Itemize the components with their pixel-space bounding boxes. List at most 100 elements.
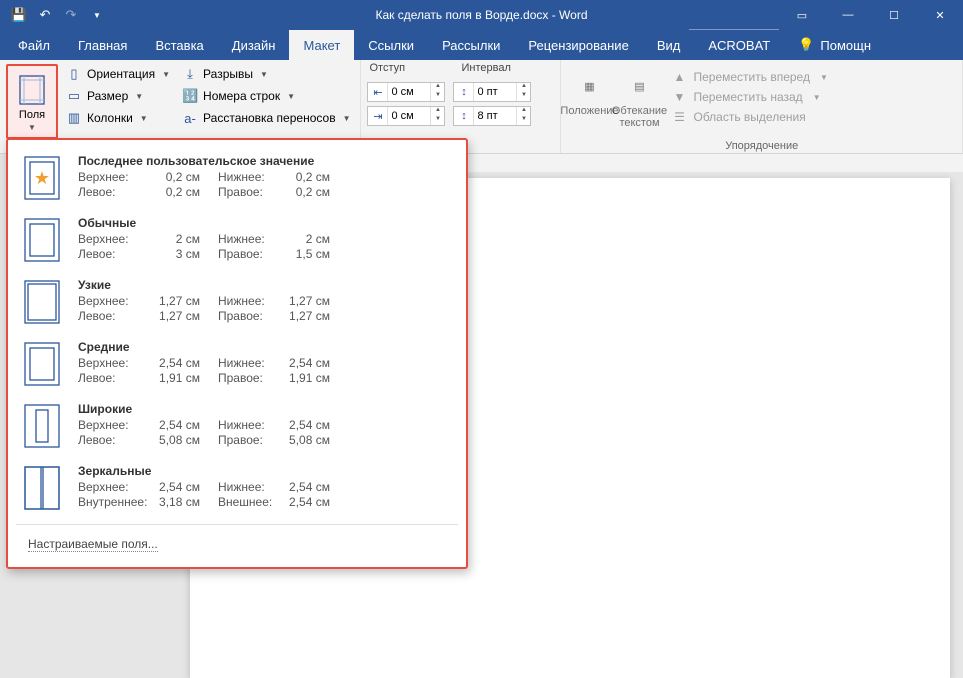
preset-top-key: Верхнее:	[78, 480, 158, 494]
preset-right-val: 1,91 см	[288, 371, 348, 385]
margins-preset-1[interactable]: Обычные Верхнее:2 см Нижнее:2 см Левое:3…	[8, 210, 466, 272]
preset-title: Зеркальные	[78, 464, 452, 478]
send-backward-button[interactable]: ▼Переместить назад▼	[667, 88, 831, 106]
preset-right-val: 0,2 см	[288, 185, 348, 199]
bring-forward-label: Переместить вперед	[693, 70, 809, 84]
preset-bottom-key: Нижнее:	[218, 232, 288, 246]
preset-left-val: 3 см	[158, 247, 218, 261]
line-numbers-button[interactable]: 🔢Номера строк▼	[178, 86, 354, 106]
orientation-button[interactable]: ▯Ориентация▼	[62, 64, 174, 84]
preset-bottom-val: 2,54 см	[288, 356, 348, 370]
tab-file[interactable]: Файл	[4, 30, 64, 60]
orientation-icon: ▯	[66, 66, 82, 82]
margins-preset-4[interactable]: Широкие Верхнее:2,54 см Нижнее:2,54 см Л…	[8, 396, 466, 458]
redo-icon[interactable]: ↷	[60, 4, 82, 26]
preset-icon	[22, 278, 64, 328]
hyphenation-button[interactable]: a-Расстановка переносов▼	[178, 108, 354, 128]
preset-top-key: Верхнее:	[78, 294, 158, 308]
preset-left-key: Левое:	[78, 309, 158, 323]
margins-preset-3[interactable]: Средние Верхнее:2,54 см Нижнее:2,54 см Л…	[8, 334, 466, 396]
tab-acrobat[interactable]: ACROBAT	[694, 30, 784, 60]
preset-bottom-key: Нижнее:	[218, 170, 288, 184]
tell-me-label: Помощн	[820, 38, 871, 53]
margins-preset-0[interactable]: ★ Последнее пользовательское значение Ве…	[8, 148, 466, 210]
titlebar: 💾 ↶ ↷ ▼ Как сделать поля в Ворде.docx - …	[0, 0, 963, 30]
preset-bottom-key: Нижнее:	[218, 480, 288, 494]
indent-left-icon: ⇤	[368, 83, 388, 101]
tell-me[interactable]: 💡Помощн	[784, 30, 885, 60]
spacing-after-spinner[interactable]: ↕▲▼	[453, 106, 531, 126]
size-button[interactable]: ▭Размер▼	[62, 86, 174, 106]
custom-margins-item[interactable]: Настраиваемые поля...	[8, 529, 466, 559]
preset-title: Последнее пользовательское значение	[78, 154, 452, 168]
preset-left-val: 5,08 см	[158, 433, 218, 447]
minimize-icon[interactable]: —	[825, 0, 871, 30]
selection-pane-label: Область выделения	[693, 110, 805, 124]
maximize-icon[interactable]: ☐	[871, 0, 917, 30]
indent-right-input[interactable]	[388, 107, 430, 125]
tab-insert[interactable]: Вставка	[141, 30, 217, 60]
preset-right-key: Правое:	[218, 185, 288, 199]
breaks-button[interactable]: ⤓Разрывы▼	[178, 64, 354, 84]
preset-bottom-key: Нижнее:	[218, 418, 288, 432]
save-icon[interactable]: 💾	[8, 4, 30, 26]
undo-icon[interactable]: ↶	[34, 4, 56, 26]
columns-label: Колонки	[87, 111, 133, 125]
preset-title: Широкие	[78, 402, 452, 416]
tab-mailings[interactable]: Рассылки	[428, 30, 514, 60]
preset-right-key: Внешнее:	[218, 495, 288, 509]
preset-left-key: Левое:	[78, 371, 158, 385]
indent-left-input[interactable]	[388, 83, 430, 101]
indent-left-spinner[interactable]: ⇤▲▼	[367, 82, 445, 102]
custom-margins-label: Настраиваемые поля...	[28, 537, 158, 552]
close-icon[interactable]: ✕	[917, 0, 963, 30]
orientation-label: Ориентация	[87, 67, 155, 81]
menu-separator	[16, 524, 458, 525]
preset-right-key: Правое:	[218, 433, 288, 447]
margins-preset-2[interactable]: Узкие Верхнее:1,27 см Нижнее:1,27 см Лев…	[8, 272, 466, 334]
bring-forward-button[interactable]: ▲Переместить вперед▼	[667, 68, 831, 86]
indent-header: Отступ	[369, 62, 405, 74]
tab-view[interactable]: Вид	[643, 30, 695, 60]
preset-top-key: Верхнее:	[78, 232, 158, 246]
tab-home[interactable]: Главная	[64, 30, 141, 60]
indent-right-spinner[interactable]: ⇥▲▼	[367, 106, 445, 126]
preset-bottom-key: Нижнее:	[218, 294, 288, 308]
margins-dropdown: ★ Последнее пользовательское значение Ве…	[6, 138, 468, 569]
columns-button[interactable]: ▥Колонки▼	[62, 108, 174, 128]
wrap-text-button[interactable]: ▤ Обтекание текстом	[617, 64, 661, 139]
margins-icon	[16, 74, 48, 106]
ribbon-options-icon[interactable]: ▭	[779, 0, 825, 30]
preset-right-val: 1,27 см	[288, 309, 348, 323]
tab-design[interactable]: Дизайн	[218, 30, 290, 60]
position-button[interactable]: ▦ Положение	[567, 64, 611, 139]
preset-left-val: 0,2 см	[158, 185, 218, 199]
preset-left-val: 3,18 см	[158, 495, 218, 509]
qat-customize-icon[interactable]: ▼	[86, 4, 108, 26]
line-numbers-icon: 🔢	[182, 88, 198, 104]
line-numbers-label: Номера строк	[203, 89, 280, 103]
preset-right-key: Правое:	[218, 247, 288, 261]
preset-right-val: 1,5 см	[288, 247, 348, 261]
spacing-before-input[interactable]	[474, 83, 516, 101]
tab-layout[interactable]: Макет	[289, 30, 354, 60]
send-backward-icon: ▼	[671, 89, 687, 105]
hyphenation-icon: a-	[182, 110, 198, 126]
margins-button[interactable]: Поля▼	[10, 68, 54, 133]
svg-text:★: ★	[34, 168, 50, 188]
preset-icon: ★	[22, 154, 64, 204]
breaks-icon: ⤓	[182, 66, 198, 82]
preset-bottom-val: 0,2 см	[288, 170, 348, 184]
preset-left-val: 1,27 см	[158, 309, 218, 323]
spacing-after-input[interactable]	[474, 107, 516, 125]
position-icon: ▦	[573, 70, 605, 102]
tab-references[interactable]: Ссылки	[354, 30, 428, 60]
selection-pane-button[interactable]: ☰Область выделения	[667, 108, 831, 126]
preset-icon	[22, 464, 64, 514]
spacing-before-spinner[interactable]: ↕▲▼	[453, 82, 531, 102]
tab-review[interactable]: Рецензирование	[514, 30, 642, 60]
preset-top-val: 0,2 см	[158, 170, 218, 184]
preset-title: Узкие	[78, 278, 452, 292]
account-icon[interactable]	[689, 0, 779, 30]
margins-preset-5[interactable]: Зеркальные Верхнее:2,54 см Нижнее:2,54 с…	[8, 458, 466, 520]
